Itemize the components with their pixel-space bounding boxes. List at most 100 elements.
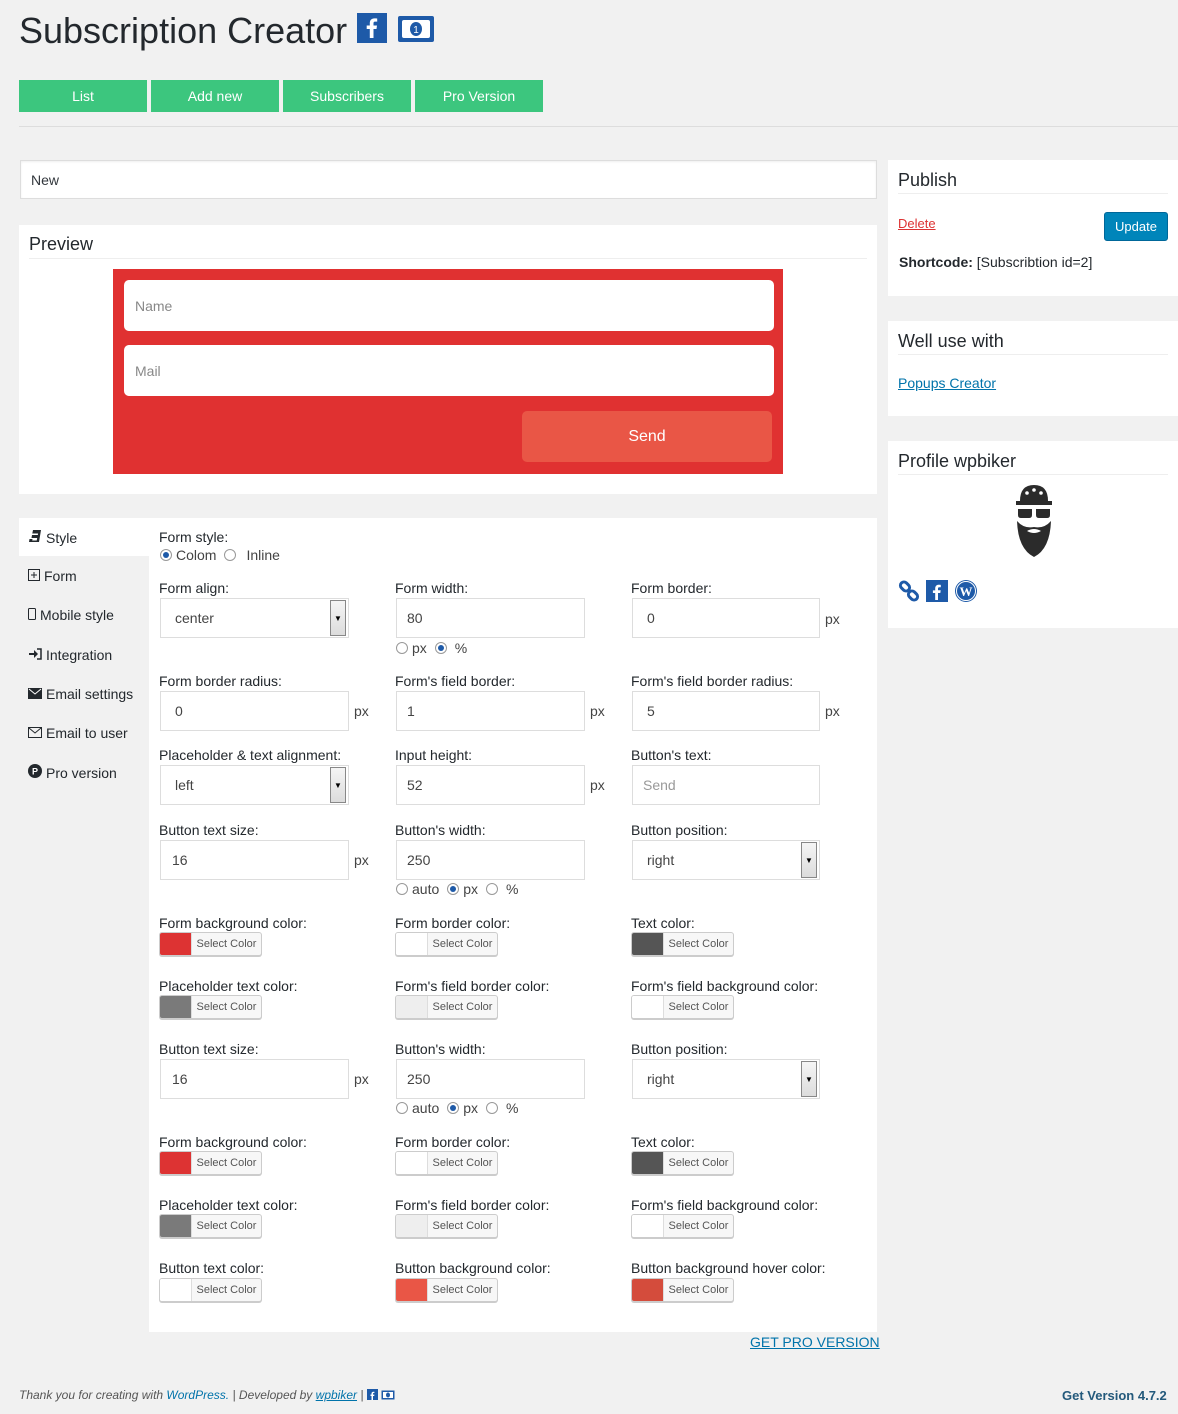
get-pro-link[interactable]: GET PRO VERSION <box>750 1334 880 1350</box>
button-text-size-label: Button text size: <box>159 1041 259 1057</box>
facebook-icon[interactable] <box>366 1388 378 1403</box>
placeholder-align-select[interactable]: left ▼ <box>160 765 349 805</box>
placeholder-color-picker[interactable]: Select Color <box>159 1214 262 1238</box>
color-swatch <box>160 1215 191 1237</box>
post-title-input[interactable]: New <box>20 160 877 199</box>
color-swatch <box>396 933 427 955</box>
tab-form[interactable]: Form <box>28 568 77 584</box>
button-width-unit-group[interactable]: auto px % <box>396 1100 519 1116</box>
color-swatch <box>632 1215 663 1237</box>
text-color-picker[interactable]: Select Color <box>631 1151 734 1175</box>
radio-px[interactable] <box>447 883 460 895</box>
button-text-color-picker[interactable]: Select Color <box>159 1278 262 1302</box>
input-height-label: Input height: <box>395 747 473 763</box>
button-width-input[interactable]: 250 <box>396 1059 585 1099</box>
wordpress-link[interactable]: WordPress. <box>166 1388 229 1402</box>
wordpress-icon[interactable]: W <box>954 579 978 606</box>
field-border-radius-input[interactable]: 5 <box>632 691 820 731</box>
select-color-label: Select Color <box>663 996 733 1018</box>
select-color-label: Select Color <box>427 1215 497 1237</box>
tab-style-label: Style <box>46 529 78 546</box>
button-text-input[interactable]: Send <box>632 765 820 805</box>
pro-icon: P <box>28 764 42 781</box>
footer-developed: Developed by <box>238 1388 313 1402</box>
tab-form-label: Form <box>44 568 77 584</box>
radio-px[interactable] <box>447 1102 460 1114</box>
facebook-icon[interactable] <box>357 10 388 52</box>
field-bg-color-picker[interactable]: Select Color <box>631 995 734 1019</box>
select-color-label: Select Color <box>663 1215 733 1237</box>
shortcode-value: [Subscribtion id=2] <box>976 254 1093 270</box>
field-bg-color-picker[interactable]: Select Color <box>631 1214 734 1238</box>
button-text-label: Button's text: <box>631 747 712 763</box>
popups-creator-link[interactable]: Popups Creator <box>898 375 996 391</box>
tab-pro-version[interactable]: P Pro version <box>28 764 117 781</box>
button-text-size-input[interactable]: 16 <box>160 1059 349 1099</box>
radio-auto[interactable] <box>396 883 408 895</box>
text-color-picker[interactable]: Select Color <box>631 932 734 956</box>
button-bg-color-picker[interactable]: Select Color <box>395 1278 498 1302</box>
tab-style[interactable]: Style <box>28 529 77 546</box>
money-icon[interactable] <box>381 1389 395 1403</box>
radio-percent[interactable] <box>486 883 499 895</box>
radio-colom[interactable] <box>160 549 172 561</box>
preview-name-input[interactable]: Name <box>124 280 774 331</box>
form-border-color-label: Form border color: <box>395 1134 511 1150</box>
button-hover-color-picker[interactable]: Select Color <box>631 1278 734 1302</box>
field-border-color-picker[interactable]: Select Color <box>395 995 498 1019</box>
px-unit: px <box>590 703 605 719</box>
form-border-input[interactable]: 0 <box>632 598 820 638</box>
form-bg-color-picker[interactable]: Select Color <box>159 932 262 956</box>
button-position-value: right <box>647 1071 675 1087</box>
preview-send-button[interactable]: Send <box>522 411 772 462</box>
button-width-unit-group[interactable]: auto px % <box>396 881 519 897</box>
button-text-size-input[interactable]: 16 <box>160 840 349 880</box>
color-swatch <box>396 1279 427 1301</box>
form-width-unit-group[interactable]: px % <box>396 640 467 656</box>
tab-mobile-style[interactable]: Mobile style <box>28 607 114 623</box>
radio-auto-label: auto <box>412 1100 440 1116</box>
form-style-radio-group[interactable]: Colom Inline <box>160 547 280 563</box>
button-text-size-label: Button text size: <box>159 822 259 838</box>
form-align-select[interactable]: center ▼ <box>160 598 349 638</box>
publish-box: Publish Delete Update Shortcode: [Subscr… <box>888 160 1178 296</box>
tab-email-settings[interactable]: Email settings <box>28 686 133 702</box>
radio-percent[interactable] <box>434 642 447 654</box>
wpbiker-link[interactable]: wpbiker <box>316 1388 357 1402</box>
facebook-icon[interactable] <box>926 580 948 605</box>
biker-avatar <box>1012 483 1056 562</box>
delete-link[interactable]: Delete <box>898 216 936 231</box>
form-border-color-picker[interactable]: Select Color <box>395 932 498 956</box>
preview-box: Preview Name Mail Send <box>19 225 877 494</box>
money-icon[interactable]: 1 <box>397 10 435 52</box>
form-bg-color-picker[interactable]: Select Color <box>159 1151 262 1175</box>
nav-pro-version-button[interactable]: Pro Version <box>415 80 543 112</box>
button-bg-color-label: Button background color: <box>395 1260 551 1276</box>
link-icon[interactable] <box>898 580 920 605</box>
button-position-select[interactable]: right ▼ <box>632 1059 820 1099</box>
tab-integration[interactable]: Integration <box>28 647 112 663</box>
button-position-select[interactable]: right ▼ <box>632 840 820 880</box>
footer-separator: | <box>232 1388 236 1402</box>
field-border-color-picker[interactable]: Select Color <box>395 1214 498 1238</box>
form-border-radius-input[interactable]: 0 <box>160 691 349 731</box>
input-height-input[interactable]: 52 <box>396 765 585 805</box>
tab-email-to-user[interactable]: Email to user <box>28 725 128 741</box>
radio-inline[interactable] <box>224 549 237 561</box>
preview-mail-input[interactable]: Mail <box>124 345 774 396</box>
update-button[interactable]: Update <box>1104 212 1168 241</box>
form-border-color-picker[interactable]: Select Color <box>395 1151 498 1175</box>
radio-auto[interactable] <box>396 1102 408 1114</box>
nav-subscribers-button[interactable]: Subscribers <box>283 80 411 112</box>
radio-px-label: px <box>412 640 427 656</box>
placeholder-color-picker[interactable]: Select Color <box>159 995 262 1019</box>
nav-add-new-button[interactable]: Add new <box>151 80 279 112</box>
radio-percent[interactable] <box>486 1102 499 1114</box>
button-width-input[interactable]: 250 <box>396 840 585 880</box>
tab-mobile-style-label: Mobile style <box>40 607 114 623</box>
nav-list-button[interactable]: List <box>19 80 147 112</box>
form-width-input[interactable]: 80 <box>396 598 585 638</box>
radio-px[interactable] <box>396 642 408 654</box>
field-border-input[interactable]: 1 <box>396 691 585 731</box>
form-bg-color-label: Form background color: <box>159 915 307 931</box>
